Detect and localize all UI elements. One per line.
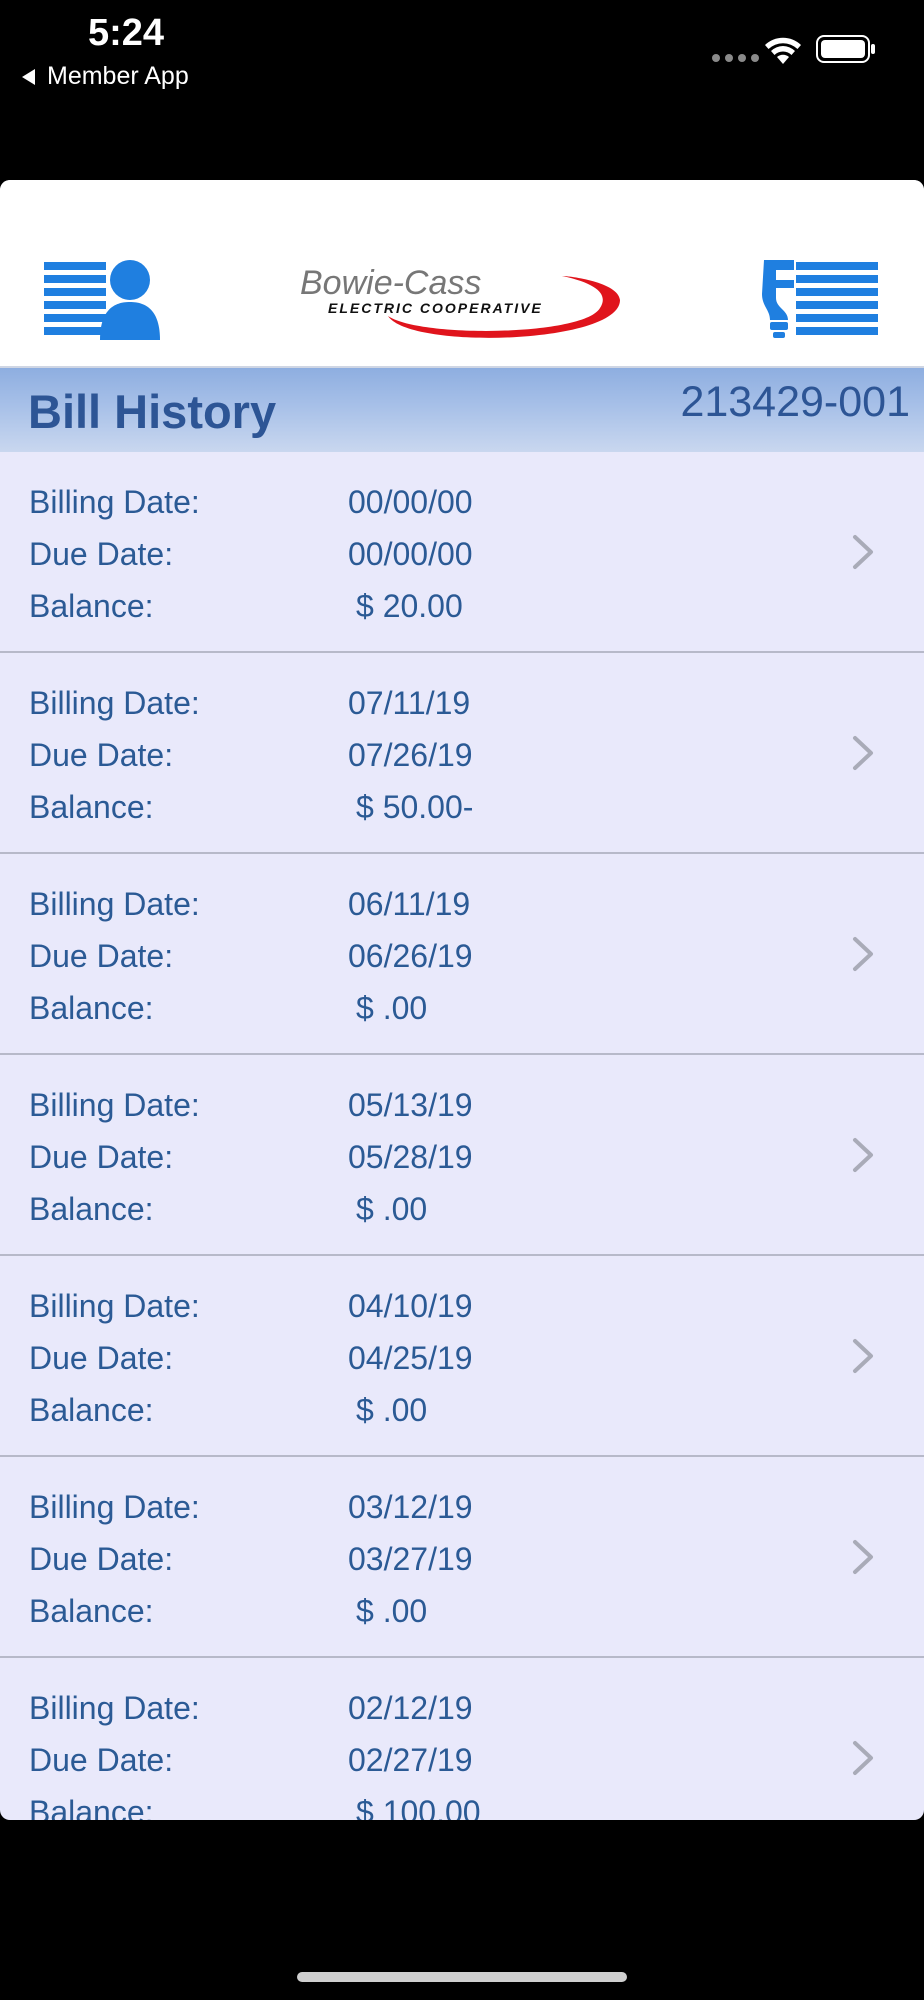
due-date-label: Due Date: <box>29 1541 174 1577</box>
back-to-app-button[interactable]: Member App <box>22 62 189 91</box>
balance-value: $ 100.00 <box>356 1794 481 1820</box>
back-arrow-icon <box>22 68 35 85</box>
bill-row[interactable]: Billing Date: 03/12/19 Due Date: 03/27/1… <box>0 1457 924 1658</box>
billing-date-label: Billing Date: <box>29 1288 200 1324</box>
billing-date-label: Billing Date: <box>29 685 200 721</box>
billing-date-value: 02/12/19 <box>348 1690 473 1726</box>
billing-date-value: 00/00/00 <box>348 484 473 520</box>
due-date-value: 02/27/19 <box>348 1742 473 1778</box>
billing-date-label: Billing Date: <box>29 1690 200 1726</box>
due-date-value: 00/00/00 <box>348 536 473 572</box>
balance-label: Balance: <box>29 789 154 825</box>
lightbulb-icon[interactable] <box>760 258 878 340</box>
due-date-label: Due Date: <box>29 1742 174 1778</box>
due-date-label: Due Date: <box>29 1139 174 1175</box>
chevron-right-icon <box>853 1540 873 1574</box>
billing-date-label: Billing Date: <box>29 1087 200 1123</box>
svg-text:ELECTRIC COOPERATIVE: ELECTRIC COOPERATIVE <box>328 300 543 316</box>
balance-value: $ .00 <box>356 1191 428 1227</box>
wifi-icon <box>765 37 801 64</box>
due-date-label: Due Date: <box>29 938 174 974</box>
bill-row[interactable]: Billing Date: 06/11/19 Due Date: 06/26/1… <box>0 854 924 1055</box>
cellular-signal-icon <box>712 54 759 62</box>
chevron-right-icon <box>853 535 873 569</box>
balance-value: $ 50.00- <box>356 789 474 825</box>
balance-label: Balance: <box>29 1392 154 1428</box>
chevron-right-icon <box>853 1138 873 1172</box>
billing-date-label: Billing Date: <box>29 886 200 922</box>
balance-label: Balance: <box>29 1191 154 1227</box>
due-date-label: Due Date: <box>29 1340 174 1376</box>
due-date-value: 05/28/19 <box>348 1139 473 1175</box>
chevron-right-icon <box>853 1741 873 1775</box>
bill-row[interactable]: Billing Date: 07/11/19 Due Date: 07/26/1… <box>0 653 924 854</box>
billing-date-value: 04/10/19 <box>348 1288 473 1324</box>
bill-list: Billing Date: 00/00/00 Due Date: 00/00/0… <box>0 452 924 1820</box>
bill-row[interactable]: Billing Date: 00/00/00 Due Date: 00/00/0… <box>0 452 924 653</box>
chevron-right-icon <box>853 1339 873 1373</box>
account-icon[interactable] <box>44 258 160 340</box>
due-date-label: Due Date: <box>29 737 174 773</box>
status-bar: 5:24 Member App <box>0 0 924 180</box>
billing-date-value: 03/12/19 <box>348 1489 473 1525</box>
back-app-label: Member App <box>47 62 189 90</box>
page-title: Bill History <box>28 385 277 438</box>
svg-text:Bowie-Cass: Bowie-Cass <box>300 264 481 302</box>
due-date-value: 07/26/19 <box>348 737 473 773</box>
account-number: 213429-001 <box>680 378 910 426</box>
chevron-right-icon <box>853 736 873 770</box>
chevron-right-icon <box>853 937 873 971</box>
balance-value: $ .00 <box>356 1593 428 1629</box>
billing-date-value: 07/11/19 <box>348 685 471 721</box>
due-date-value: 03/27/19 <box>348 1541 473 1577</box>
billing-date-label: Billing Date: <box>29 484 200 520</box>
billing-date-value: 05/13/19 <box>348 1087 473 1123</box>
balance-label: Balance: <box>29 1794 154 1820</box>
app-screen: Bowie-Cass ELECTRIC COOPERATIVE Bill His… <box>0 180 924 1820</box>
title-bar: Bill History 213429-001 <box>0 368 924 452</box>
app-header: Bowie-Cass ELECTRIC COOPERATIVE <box>0 180 924 368</box>
bill-row[interactable]: Billing Date: 04/10/19 Due Date: 04/25/1… <box>0 1256 924 1457</box>
balance-value: $ .00 <box>356 990 428 1026</box>
balance-label: Balance: <box>29 990 154 1026</box>
bill-row[interactable]: Billing Date: 02/12/19 Due Date: 02/27/1… <box>0 1658 924 1820</box>
bill-row[interactable]: Billing Date: 05/13/19 Due Date: 05/28/1… <box>0 1055 924 1256</box>
status-time: 5:24 <box>88 12 165 54</box>
due-date-value: 04/25/19 <box>348 1340 473 1376</box>
due-date-label: Due Date: <box>29 536 174 572</box>
balance-value: $ 20.00 <box>356 588 463 624</box>
home-indicator[interactable] <box>297 1972 627 1982</box>
balance-value: $ .00 <box>356 1392 428 1428</box>
bowie-cass-logo: Bowie-Cass ELECTRIC COOPERATIVE <box>300 264 620 338</box>
balance-label: Balance: <box>29 588 154 624</box>
billing-date-label: Billing Date: <box>29 1489 200 1525</box>
balance-label: Balance: <box>29 1593 154 1629</box>
battery-icon <box>816 35 875 63</box>
due-date-value: 06/26/19 <box>348 938 473 974</box>
billing-date-value: 06/11/19 <box>348 886 471 922</box>
